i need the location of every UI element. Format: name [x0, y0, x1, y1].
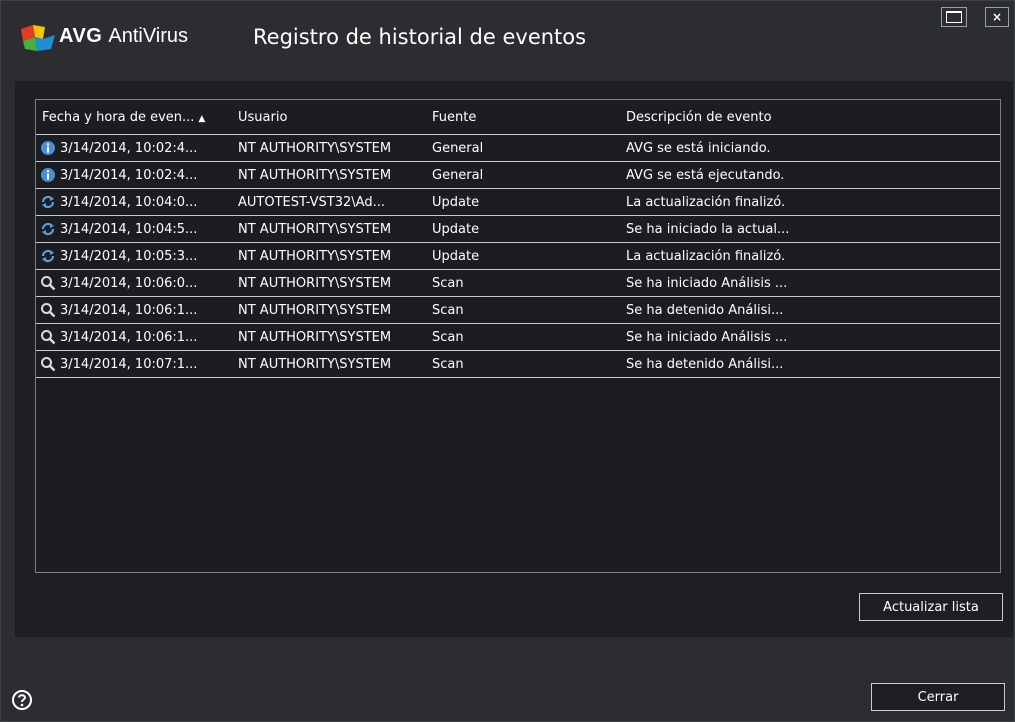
brand: AVG AntiVirus — [59, 25, 188, 53]
update-icon — [40, 248, 56, 264]
cell-source: Scan — [432, 356, 464, 372]
cell-user: NT AUTHORITY\SYSTEM — [238, 275, 392, 291]
product-name: AntiVirus — [108, 25, 189, 47]
cell-user: NT AUTHORITY\SYSTEM — [238, 329, 392, 345]
refresh-list-button[interactable]: Actualizar lista — [859, 593, 1003, 621]
cell-description: Se ha detenido Análisi... — [626, 356, 784, 372]
cell-date: 3/14/2014, 10:02:4... — [36, 167, 232, 183]
scan-icon — [40, 356, 56, 372]
info-icon — [40, 167, 56, 183]
title-bar: AVG AntiVirus Registro de historial de e… — [1, 1, 1014, 81]
cell-date: 3/14/2014, 10:05:3... — [36, 248, 232, 264]
page-title: Registro de historial de eventos — [253, 25, 587, 49]
cell-source: Update — [432, 248, 480, 264]
maximize-icon — [946, 11, 962, 23]
cell-date-text: 3/14/2014, 10:06:1... — [60, 302, 198, 318]
cell-source: General — [432, 167, 484, 183]
cell-description: Se ha iniciado Análisis ... — [626, 275, 788, 291]
brand-name: AVG — [59, 25, 103, 47]
table-row[interactable]: 3/14/2014, 10:02:4... NT AUTHORITY\SYSTEM… — [36, 162, 1000, 189]
cell-date: 3/14/2014, 10:04:0... — [36, 194, 232, 210]
cell-date-text: 3/14/2014, 10:07:1... — [60, 356, 198, 372]
cell-description: Se ha iniciado la actual... — [626, 221, 790, 237]
cell-date: 3/14/2014, 10:06:1... — [36, 302, 232, 318]
help-icon[interactable] — [11, 689, 33, 711]
scan-icon — [40, 329, 56, 345]
table-row[interactable]: 3/14/2014, 10:04:0... AUTOTEST-VST32\Ad..… — [36, 189, 1000, 216]
window-close-button[interactable]: × — [985, 7, 1009, 27]
avg-logo-icon — [21, 25, 55, 51]
column-header-user[interactable]: Usuario — [232, 110, 426, 125]
update-icon — [40, 194, 56, 210]
table-body: 3/14/2014, 10:02:4... NT AUTHORITY\SYSTEM… — [36, 135, 1000, 378]
cell-date-text: 3/14/2014, 10:06:1... — [60, 329, 198, 345]
cell-source: Scan — [432, 329, 464, 345]
cell-description: AVG se está ejecutando. — [626, 167, 785, 183]
cell-description: AVG se está iniciando. — [626, 140, 771, 156]
column-header-date[interactable]: Fecha y hora de even... ▲ — [36, 110, 232, 125]
avg-dialog-window: AVG AntiVirus Registro de historial de e… — [0, 0, 1015, 722]
cell-date-text: 3/14/2014, 10:04:5... — [60, 221, 198, 237]
cell-date-text: 3/14/2014, 10:02:4... — [60, 140, 198, 156]
table-row[interactable]: 3/14/2014, 10:06:1... NT AUTHORITY\SYSTEM… — [36, 297, 1000, 324]
column-header-source[interactable]: Fuente — [426, 110, 620, 125]
cell-description: La actualización finalizó. — [626, 194, 786, 210]
scan-icon — [40, 275, 56, 291]
cell-source: Scan — [432, 302, 464, 318]
cell-date: 3/14/2014, 10:07:1... — [36, 356, 232, 372]
cell-date: 3/14/2014, 10:06:1... — [36, 329, 232, 345]
cell-user: AUTOTEST-VST32\Ad... — [238, 194, 385, 210]
cell-source: Update — [432, 194, 480, 210]
cell-description: La actualización finalizó. — [626, 248, 786, 264]
cell-description: Se ha iniciado Análisis ... — [626, 329, 788, 345]
cell-date: 3/14/2014, 10:04:5... — [36, 221, 232, 237]
table-row[interactable]: 3/14/2014, 10:06:1... NT AUTHORITY\SYSTEM… — [36, 324, 1000, 351]
cell-user: NT AUTHORITY\SYSTEM — [238, 302, 392, 318]
table-row[interactable]: 3/14/2014, 10:05:3... NT AUTHORITY\SYSTEM… — [36, 243, 1000, 270]
column-header-description[interactable]: Descripción de evento — [620, 110, 1000, 125]
cell-source: General — [432, 140, 484, 156]
cell-date-text: 3/14/2014, 10:02:4... — [60, 167, 198, 183]
cell-description: Se ha detenido Análisi... — [626, 302, 784, 318]
cell-date: 3/14/2014, 10:02:4... — [36, 140, 232, 156]
close-dialog-button[interactable]: Cerrar — [871, 683, 1005, 711]
cell-date-text: 3/14/2014, 10:04:0... — [60, 194, 198, 210]
cell-date-text: 3/14/2014, 10:05:3... — [60, 248, 198, 264]
table-header: Fecha y hora de even... ▲ Usuario Fuente … — [36, 100, 1000, 135]
cell-source: Update — [432, 221, 480, 237]
table-row[interactable]: 3/14/2014, 10:04:5... NT AUTHORITY\SYSTEM… — [36, 216, 1000, 243]
info-icon — [40, 140, 56, 156]
cell-source: Scan — [432, 275, 464, 291]
event-history-list[interactable]: Fecha y hora de even... ▲ Usuario Fuente … — [35, 99, 1001, 573]
table-row[interactable]: 3/14/2014, 10:02:4... NT AUTHORITY\SYSTEM… — [36, 135, 1000, 162]
cell-user: NT AUTHORITY\SYSTEM — [238, 248, 392, 264]
cell-user: NT AUTHORITY\SYSTEM — [238, 356, 392, 372]
column-header-date-label: Fecha y hora de even... — [42, 109, 195, 125]
table-row[interactable]: 3/14/2014, 10:07:1... NT AUTHORITY\SYSTEM… — [36, 351, 1000, 378]
scan-icon — [40, 302, 56, 318]
table-row[interactable]: 3/14/2014, 10:06:0... NT AUTHORITY\SYSTEM… — [36, 270, 1000, 297]
cell-date-text: 3/14/2014, 10:06:0... — [60, 275, 198, 291]
close-icon: × — [991, 10, 1003, 24]
content-panel: Fecha y hora de even... ▲ Usuario Fuente … — [15, 81, 1013, 637]
cell-user: NT AUTHORITY\SYSTEM — [238, 140, 392, 156]
cell-user: NT AUTHORITY\SYSTEM — [238, 167, 392, 183]
maximize-button[interactable] — [941, 7, 967, 27]
update-icon — [40, 221, 56, 237]
cell-date: 3/14/2014, 10:06:0... — [36, 275, 232, 291]
cell-user: NT AUTHORITY\SYSTEM — [238, 221, 392, 237]
sort-ascending-icon: ▲ — [198, 113, 206, 124]
